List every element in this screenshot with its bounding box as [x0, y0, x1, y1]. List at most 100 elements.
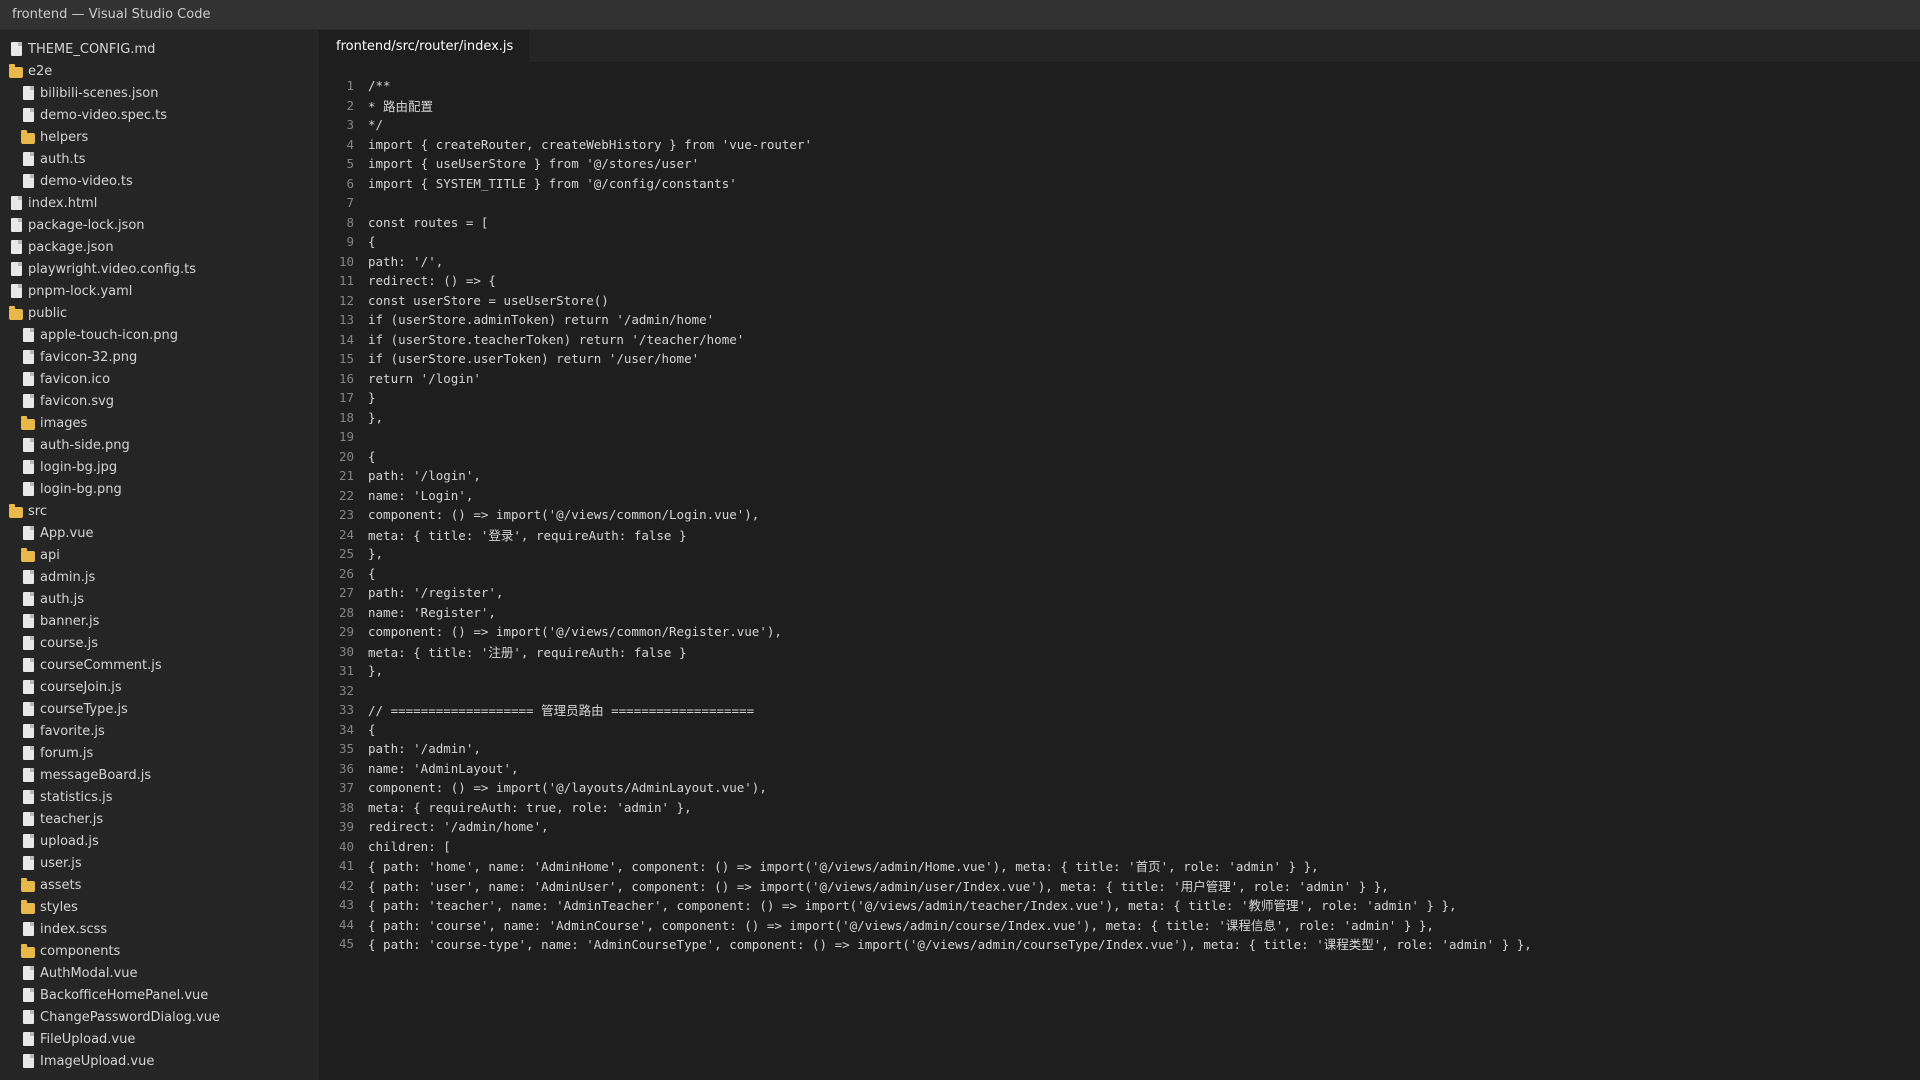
folder-item[interactable]: helpers	[0, 126, 319, 148]
file-item[interactable]: courseJoin.js	[0, 676, 319, 698]
folder-icon	[20, 415, 36, 431]
code-text: children: [	[368, 838, 451, 854]
folder-item[interactable]: src	[0, 500, 319, 522]
code-text: name: 'Register',	[368, 604, 496, 620]
line-number: 40	[338, 838, 354, 854]
file-item[interactable]: auth.ts	[0, 148, 319, 170]
file-item[interactable]: ImageUpload.vue	[0, 1050, 319, 1072]
folder-item[interactable]: public	[0, 302, 319, 324]
code-line: 42 { path: 'user', name: 'AdminUser', com…	[320, 876, 1920, 896]
folder-icon	[20, 877, 36, 893]
file-item[interactable]: apple-touch-icon.png	[0, 324, 319, 346]
code-line: 25},	[320, 544, 1920, 564]
file-item[interactable]: playwright.video.config.ts	[0, 258, 319, 280]
file-item[interactable]: favicon.svg	[0, 390, 319, 412]
code-line: 18},	[320, 408, 1920, 428]
code-text: { path: 'teacher', name: 'AdminTeacher',…	[368, 898, 1457, 914]
folder-item[interactable]: components	[0, 940, 319, 962]
file-item[interactable]: teacher.js	[0, 808, 319, 830]
file-icon	[20, 965, 36, 981]
folder-item[interactable]: images	[0, 412, 319, 434]
code-text: { path: 'user', name: 'AdminUser', compo…	[368, 878, 1389, 894]
tree-item-label: assets	[40, 877, 82, 893]
file-item[interactable]: index.html	[0, 192, 319, 214]
file-item[interactable]: demo-video.ts	[0, 170, 319, 192]
file-item[interactable]: user.js	[0, 852, 319, 874]
file-item[interactable]: favicon.ico	[0, 368, 319, 390]
line-number: 11	[338, 273, 354, 289]
line-number: 43	[338, 897, 354, 913]
tree-item-label: index.scss	[40, 921, 108, 937]
file-item[interactable]: pnpm-lock.yaml	[0, 280, 319, 302]
tree-item-label: components	[40, 943, 121, 959]
file-item[interactable]: favorite.js	[0, 720, 319, 742]
tree-item-label: courseType.js	[40, 701, 128, 717]
file-item[interactable]: course.js	[0, 632, 319, 654]
line-number: 41	[338, 858, 354, 874]
folder-item[interactable]: e2e	[0, 60, 319, 82]
code-text: redirect: '/admin/home',	[368, 819, 549, 835]
code-line: 38 meta: { requireAuth: true, role: 'admi…	[320, 798, 1920, 818]
file-item[interactable]: bilibili-scenes.json	[0, 82, 319, 104]
file-icon	[8, 283, 24, 299]
code-text: { path: 'course-type', name: 'AdminCours…	[368, 937, 1532, 953]
file-item[interactable]: login-bg.png	[0, 478, 319, 500]
tab-router-index-js[interactable]: frontend/src/router/index.js	[320, 30, 530, 63]
code-line: 26 {	[320, 564, 1920, 584]
file-item[interactable]: banner.js	[0, 610, 319, 632]
file-icon	[20, 1009, 36, 1025]
code-line: 15 if (userStore.userToken) return '/user…	[320, 349, 1920, 369]
file-icon	[20, 569, 36, 585]
file-item[interactable]: favicon-32.png	[0, 346, 319, 368]
file-item[interactable]: FileUpload.vue	[0, 1028, 319, 1050]
file-item[interactable]: courseComment.js	[0, 654, 319, 676]
code-line: 24 meta: { title: '登录', requireAuth: fals…	[320, 525, 1920, 545]
code-text: { path: 'course', name: 'AdminCourse', c…	[368, 917, 1434, 933]
file-item[interactable]: admin.js	[0, 566, 319, 588]
file-item[interactable]: App.vue	[0, 522, 319, 544]
tree-item-label: playwright.video.config.ts	[28, 261, 197, 277]
tree-item-label: login-bg.jpg	[40, 459, 118, 475]
file-item[interactable]: AuthModal.vue	[0, 962, 319, 984]
file-item[interactable]: messageBoard.js	[0, 764, 319, 786]
line-number: 7	[346, 195, 354, 211]
file-item[interactable]: forum.js	[0, 742, 319, 764]
code-line: 28 name: 'Register',	[320, 603, 1920, 623]
code-text: },	[368, 409, 384, 425]
file-item[interactable]: upload.js	[0, 830, 319, 852]
file-item[interactable]: login-bg.jpg	[0, 456, 319, 478]
file-item[interactable]: auth-side.png	[0, 434, 319, 456]
file-icon	[20, 833, 36, 849]
file-icon	[8, 41, 24, 57]
file-item[interactable]: ChangePasswordDialog.vue	[0, 1006, 319, 1028]
file-item[interactable]: package-lock.json	[0, 214, 319, 236]
file-item[interactable]: THEME_CONFIG.md	[0, 38, 319, 60]
code-line: 14 if (userStore.teacherToken) return '/t…	[320, 330, 1920, 350]
folder-item[interactable]: assets	[0, 874, 319, 896]
code-line: 33 // =================== 管理员路由 =========…	[320, 700, 1920, 720]
file-icon	[20, 767, 36, 783]
folder-item[interactable]: api	[0, 544, 319, 566]
code-text: { path: 'home', name: 'AdminHome', compo…	[368, 859, 1319, 875]
file-item[interactable]: package.json	[0, 236, 319, 258]
file-item[interactable]: index.scss	[0, 918, 319, 940]
file-item[interactable]: BackofficeHomePanel.vue	[0, 984, 319, 1006]
code-text: import { useUserStore } from '@/stores/u…	[368, 156, 700, 172]
file-icon	[20, 789, 36, 805]
folder-icon	[20, 899, 36, 915]
code-text: if (userStore.userToken) return '/user/h…	[368, 351, 700, 367]
file-icon	[20, 173, 36, 189]
line-number: 9	[346, 234, 354, 250]
code-text: import { createRouter, createWebHistory …	[368, 136, 813, 152]
folder-item[interactable]: styles	[0, 896, 319, 918]
code-editor[interactable]: 1 /** 2 * 路由配置 3 */ 4 import { createRouter, cr…	[320, 63, 1920, 1080]
tree-item-label: AuthModal.vue	[40, 965, 138, 981]
file-icon	[20, 811, 36, 827]
code-line: 27 path: '/register',	[320, 583, 1920, 603]
editor-tab-bar: frontend/src/router/index.js	[320, 30, 1920, 63]
file-item[interactable]: demo-video.spec.ts	[0, 104, 319, 126]
file-item[interactable]: auth.js	[0, 588, 319, 610]
file-item[interactable]: statistics.js	[0, 786, 319, 808]
line-number: 25	[338, 546, 354, 562]
file-item[interactable]: courseType.js	[0, 698, 319, 720]
